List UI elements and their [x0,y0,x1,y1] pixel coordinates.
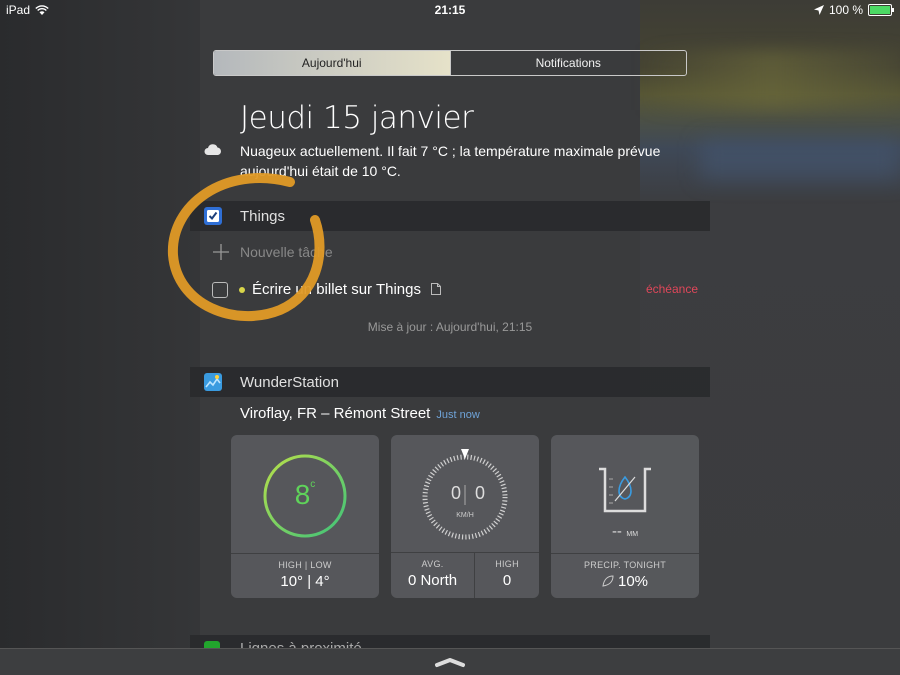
station-location: Viroflay, FR – Rémont Street Just now [240,405,480,422]
battery-fill [870,6,890,14]
page-title: Jeudi 15 janvier [240,100,474,136]
background-left [0,0,200,675]
wunderstation-header[interactable]: WunderStation [190,367,710,397]
precip-chance-row: 10% [551,573,699,590]
wunderstation-app-icon [204,373,222,391]
close-handle-icon[interactable] [434,656,466,668]
wunderstation-title: WunderStation [240,374,339,391]
due-label: échéance [645,282,698,296]
tab-today[interactable]: Aujourd'hui [214,51,450,75]
freshness-label: Just now [436,409,480,421]
background-blur-blue [700,140,900,180]
precipitation-card[interactable]: -- MM PRECIP. TONIGHT 10% [551,435,699,598]
status-bar: iPad 21:15 100 % [0,0,900,20]
wind-high-value: 0 [502,572,512,589]
wind-avg-label: AVG. [421,559,444,569]
precip-value: -- [611,523,622,540]
status-time: 21:15 [434,3,466,17]
wind-speed-left: 0 [450,483,461,503]
precip-unit: MM [626,531,639,538]
temperature-card[interactable]: 8c HIGH | LOW 10° | 4° [231,435,379,598]
battery-icon [868,4,894,16]
highlow-value: 10° | 4° [280,573,330,590]
battery-percent: 100 % [828,3,863,17]
note-icon [431,283,441,295]
highlow-label: HIGH | LOW [278,560,332,570]
location-name: Viroflay, FR – Rémont Street [240,405,431,422]
wind-high-label: HIGH [495,559,519,569]
leaf-icon [602,575,614,587]
location-arrow-icon [813,5,824,15]
temperature-unit: c [310,479,316,490]
orange-circle-annotation [167,173,325,322]
wind-unit: KM/H [456,512,474,519]
wind-speed-right: 0 [475,483,486,503]
precip-label: PRECIP. TONIGHT [583,560,667,570]
precip-chance: 10% [617,573,649,590]
cloud-icon [204,144,221,155]
wind-avg-value: 0 North [407,572,458,589]
temperature-value: 8 [294,479,311,510]
view-segmented-control: Aujourd'hui Notifications [213,50,687,76]
wind-card[interactable]: 0 0 KM/H AVG. 0 North HIGH 0 [391,435,539,598]
tab-notifications[interactable]: Notifications [449,51,687,75]
